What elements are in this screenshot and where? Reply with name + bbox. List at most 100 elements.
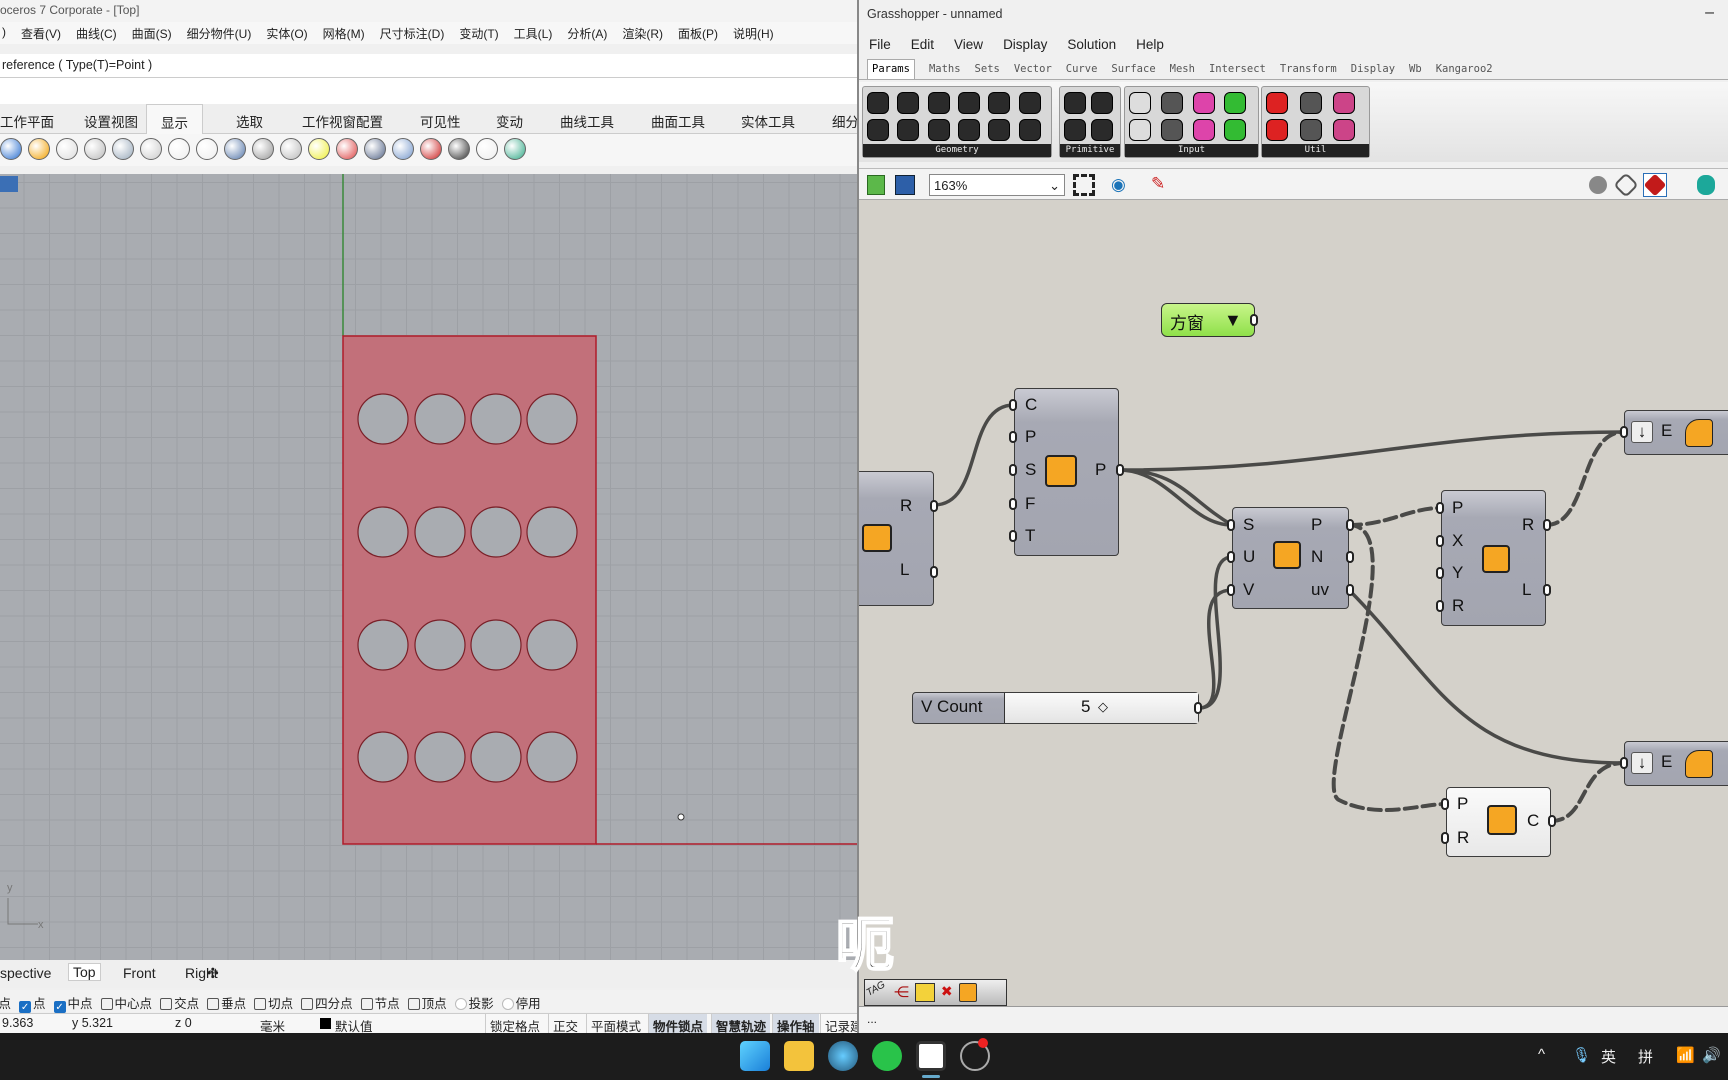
osnap-7[interactable]: 四分点 [301, 993, 353, 1012]
checkbox[interactable] [301, 998, 314, 1010]
minimize-button[interactable]: – [1705, 4, 1714, 22]
tab-2[interactable]: 显示 [146, 104, 203, 135]
display-tool-icon[interactable] [28, 138, 50, 160]
checkbox[interactable]: ✓ [19, 1001, 32, 1013]
component-icon[interactable] [1018, 92, 1041, 114]
output-port[interactable] [1543, 584, 1551, 596]
status-toggle[interactable]: 正交 [548, 1014, 582, 1034]
radio-button[interactable] [501, 998, 514, 1010]
display-tool-icon[interactable] [420, 138, 442, 160]
tab-4[interactable]: 工作视窗配置 [302, 111, 383, 131]
display-tool-icon[interactable] [0, 138, 22, 160]
window-hole-circle[interactable] [357, 506, 409, 558]
component-icon[interactable] [1299, 92, 1322, 114]
top-viewport[interactable]: y x [0, 174, 857, 960]
gh-menu-item[interactable]: Display [1003, 37, 1047, 52]
output-port[interactable] [1548, 815, 1556, 827]
divide-surface-component[interactable]: S U V P Nuv [1227, 507, 1354, 609]
checkbox[interactable] [254, 998, 267, 1010]
osnap-2[interactable]: ✓ 中点 [53, 993, 93, 1013]
gh-menu-item[interactable]: View [954, 37, 983, 52]
checkbox[interactable] [207, 998, 220, 1010]
input-port[interactable] [1620, 757, 1628, 769]
zoom-extents-icon[interactable] [1073, 174, 1095, 196]
component-icon[interactable] [1129, 92, 1151, 114]
component-icon[interactable] [897, 119, 920, 141]
rhino-icon[interactable] [916, 1041, 946, 1071]
viewport-tab[interactable]: Front [123, 965, 156, 981]
input-port[interactable] [1227, 584, 1235, 596]
input-port[interactable] [1009, 464, 1017, 476]
component-icon[interactable] [1192, 119, 1215, 141]
input-port[interactable] [1009, 399, 1017, 411]
component-icon[interactable] [867, 92, 889, 114]
gh-menu-item[interactable]: Help [1136, 37, 1164, 52]
component-icon[interactable] [1299, 119, 1322, 141]
status-toggle[interactable]: 操作轴 [772, 1014, 819, 1034]
osnap-10[interactable]: 投影 [454, 993, 494, 1012]
display-tool-icon[interactable] [112, 138, 134, 160]
input-port[interactable] [1620, 426, 1628, 438]
wire[interactable] [1117, 430, 1626, 472]
tab-10[interactable]: 细分 [832, 111, 859, 131]
osnap-8[interactable]: 节点 [360, 993, 400, 1012]
window-hole-circle[interactable] [357, 731, 409, 783]
menu-item[interactable]: 分析(A) [567, 25, 607, 44]
input-port[interactable] [1009, 530, 1017, 542]
input-language[interactable]: 英 [1601, 1046, 1616, 1067]
delete-index-icon[interactable]: ✖ [941, 983, 953, 1002]
gh-tab[interactable]: Mesh [1170, 63, 1195, 79]
preview-selected-button[interactable] [1643, 173, 1667, 197]
tab-9[interactable]: 实体工具 [741, 111, 795, 131]
component-icon[interactable] [958, 119, 980, 141]
component-icon[interactable] [1266, 119, 1288, 141]
component-icon[interactable] [1333, 92, 1356, 114]
component-icon[interactable] [1266, 92, 1288, 114]
menu-item[interactable]: ) [2, 25, 6, 44]
rectangle-component[interactable]: PXYRRL [1436, 490, 1551, 626]
gh-menu-item[interactable]: File [869, 37, 891, 52]
dropdown-triangle-icon[interactable]: ▼ [1224, 310, 1242, 331]
gh-canvas[interactable]: 方窗 ▼ R L CPSFTP S U V P Nuv PXYRRL PRC ↓ E ↓… [859, 200, 1728, 1006]
component-icon[interactable] [1064, 119, 1086, 141]
circle-icon[interactable] [958, 983, 977, 1002]
menu-item[interactable]: 曲线(C) [76, 25, 117, 44]
window-hole-circle[interactable] [357, 393, 409, 445]
display-tool-icon[interactable] [224, 138, 246, 160]
output-port[interactable] [1346, 519, 1354, 531]
component-icon[interactable] [1129, 119, 1151, 141]
input-port[interactable] [1436, 535, 1444, 547]
open-file-icon[interactable] [867, 175, 885, 195]
gh-tab[interactable]: Curve [1066, 63, 1098, 79]
window-hole-circle[interactable] [470, 506, 522, 558]
rectangle-component-left[interactable]: R L [859, 471, 938, 606]
menu-item[interactable]: 细分物件(U) [187, 25, 252, 44]
wire-dashed[interactable] [1544, 430, 1626, 527]
output-port[interactable] [1194, 702, 1202, 714]
tab-7[interactable]: 曲线工具 [560, 111, 614, 131]
input-port[interactable] [1436, 502, 1444, 514]
status-toggle[interactable]: 智慧轨迹 [711, 1014, 771, 1034]
trident-icon[interactable]: ⋲ [894, 983, 909, 1002]
surface-param-top[interactable]: ↓ E [1620, 410, 1728, 455]
display-tool-icon[interactable] [504, 138, 526, 160]
zoom-dropdown[interactable]: 163% ⌄ [929, 174, 1065, 196]
speaker-icon[interactable]: 🔊 [1702, 1046, 1721, 1064]
gh-tab[interactable]: Params [867, 59, 915, 79]
window-hole-circle[interactable] [526, 393, 578, 445]
gh-tab[interactable]: Maths [929, 63, 961, 79]
panel-surface[interactable] [342, 335, 597, 845]
slider-track[interactable]: 5 ◇ [1005, 693, 1198, 723]
menu-item[interactable]: 曲面(S) [132, 25, 172, 44]
input-port[interactable] [1227, 519, 1235, 531]
input-port[interactable] [1009, 431, 1017, 443]
gh-tab[interactable]: Intersect [1209, 63, 1266, 79]
component-icon[interactable] [1064, 92, 1086, 114]
value-list[interactable]: 方窗 ▼ [1161, 303, 1258, 337]
input-port[interactable] [1009, 498, 1017, 510]
wire[interactable] [1117, 468, 1234, 527]
osnap-11[interactable]: 停用 [501, 993, 541, 1012]
window-hole-circle[interactable] [414, 731, 466, 783]
display-tool-icon[interactable] [392, 138, 414, 160]
preview-wire-icon[interactable] [1613, 172, 1639, 198]
